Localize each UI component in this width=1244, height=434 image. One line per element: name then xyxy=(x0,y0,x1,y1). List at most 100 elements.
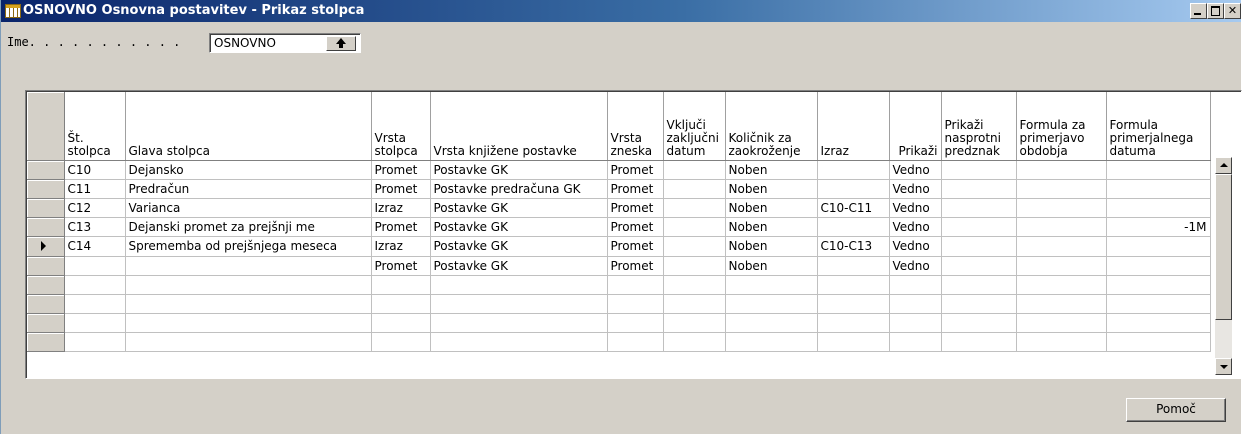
row-selector[interactable] xyxy=(27,332,65,352)
table-cell[interactable] xyxy=(430,332,608,352)
table-cell[interactable]: C13 xyxy=(64,217,126,237)
table-row[interactable]: C11 Predračun Promet Postavke predračuna GK… xyxy=(27,179,1211,199)
table-cell[interactable] xyxy=(1106,332,1211,352)
table-cell[interactable] xyxy=(125,313,372,333)
column-header[interactable]: Št. stolpca xyxy=(64,92,126,161)
table-cell[interactable]: C11 xyxy=(64,179,126,199)
table-cell[interactable] xyxy=(663,236,726,257)
column-layout-grid[interactable]: Št. stolpca Glava stolpca Vrsta stolpca … xyxy=(25,90,1242,379)
table-cell[interactable]: Postavke predračuna GK xyxy=(430,179,608,199)
table-cell[interactable] xyxy=(64,294,126,314)
title-bar[interactable]: OSNOVNO Osnovna postavitev - Prikaz stol… xyxy=(1,0,1241,22)
table-cell[interactable] xyxy=(64,313,126,333)
close-icon[interactable]: ✕ xyxy=(1224,3,1241,19)
table-row[interactable] xyxy=(27,332,1211,352)
table-cell[interactable] xyxy=(941,236,1017,257)
vertical-scrollbar[interactable] xyxy=(1215,157,1232,375)
column-header[interactable]: Vrsta zneska xyxy=(607,92,664,161)
table-cell[interactable]: Izraz xyxy=(371,198,431,218)
table-cell[interactable] xyxy=(607,332,664,352)
table-cell[interactable] xyxy=(430,313,608,333)
table-cell[interactable]: Promet xyxy=(371,179,431,199)
table-cell[interactable] xyxy=(817,217,890,237)
minimize-icon[interactable] xyxy=(1190,3,1207,19)
table-cell[interactable] xyxy=(663,275,726,295)
table-cell[interactable] xyxy=(941,256,1017,276)
name-input[interactable]: OSNOVNO xyxy=(209,33,361,53)
table-cell[interactable]: Promet xyxy=(607,160,664,180)
table-cell[interactable] xyxy=(663,332,726,352)
table-cell[interactable] xyxy=(1016,217,1107,237)
table-cell[interactable] xyxy=(889,332,942,352)
table-cell[interactable] xyxy=(725,294,818,314)
table-cell[interactable]: Vedno xyxy=(889,256,942,276)
table-cell[interactable]: C10-C11 xyxy=(817,198,890,218)
table-cell[interactable] xyxy=(371,313,431,333)
table-cell[interactable] xyxy=(941,332,1017,352)
table-cell[interactable]: C12 xyxy=(64,198,126,218)
table-cell[interactable]: C14 xyxy=(64,236,126,257)
table-cell[interactable] xyxy=(1106,275,1211,295)
table-cell[interactable]: Promet xyxy=(607,256,664,276)
table-cell[interactable] xyxy=(663,160,726,180)
table-cell[interactable]: C10 xyxy=(64,160,126,180)
row-selector[interactable] xyxy=(27,198,65,218)
table-cell[interactable] xyxy=(817,179,890,199)
table-cell[interactable] xyxy=(1106,294,1211,314)
column-header[interactable]: Izraz xyxy=(817,92,890,161)
table-cell[interactable] xyxy=(430,275,608,295)
table-cell[interactable]: Promet xyxy=(371,256,431,276)
table-cell[interactable]: Predračun xyxy=(125,179,372,199)
column-header[interactable]: Formula primerjalnega datuma xyxy=(1106,92,1211,161)
table-cell[interactable]: Noben xyxy=(725,179,818,199)
table-cell[interactable] xyxy=(371,275,431,295)
table-cell[interactable] xyxy=(1016,198,1107,218)
row-selector[interactable] xyxy=(27,256,65,276)
table-cell[interactable] xyxy=(817,294,890,314)
row-selector[interactable] xyxy=(27,179,65,199)
table-cell[interactable] xyxy=(64,275,126,295)
table-cell[interactable] xyxy=(725,275,818,295)
table-cell[interactable]: Vedno xyxy=(889,236,942,257)
table-row[interactable]: C12 Varianca Izraz Postavke GK Promet Noben C1… xyxy=(27,198,1211,218)
table-row[interactable]: C14 Sprememba od prejšnjega meseca Izraz Po… xyxy=(27,236,1211,257)
table-cell[interactable] xyxy=(941,275,1017,295)
table-cell[interactable] xyxy=(125,332,372,352)
table-cell[interactable] xyxy=(1106,313,1211,333)
table-cell[interactable]: Vedno xyxy=(889,217,942,237)
table-cell[interactable]: Vedno xyxy=(889,160,942,180)
table-cell[interactable] xyxy=(430,294,608,314)
column-header[interactable]: Vrsta stolpca xyxy=(371,92,431,161)
table-cell[interactable] xyxy=(125,256,372,276)
table-cell[interactable]: Promet xyxy=(371,217,431,237)
table-cell[interactable] xyxy=(1016,275,1107,295)
table-cell[interactable] xyxy=(607,313,664,333)
table-cell[interactable]: Postavke GK xyxy=(430,236,608,257)
table-cell[interactable] xyxy=(371,294,431,314)
table-cell[interactable]: Noben xyxy=(725,198,818,218)
table-cell[interactable] xyxy=(817,160,890,180)
table-cell[interactable]: Noben xyxy=(725,217,818,237)
table-cell[interactable] xyxy=(941,198,1017,218)
table-cell[interactable]: Postavke GK xyxy=(430,217,608,237)
row-selector[interactable] xyxy=(27,217,65,237)
table-cell[interactable] xyxy=(1106,160,1211,180)
table-cell[interactable]: -1M xyxy=(1106,217,1211,237)
table-cell[interactable] xyxy=(663,179,726,199)
table-cell[interactable]: Postavke GK xyxy=(430,160,608,180)
table-row[interactable] xyxy=(27,294,1211,314)
table-cell[interactable] xyxy=(817,313,890,333)
table-cell[interactable] xyxy=(663,256,726,276)
table-cell[interactable] xyxy=(1016,236,1107,257)
row-selector[interactable] xyxy=(27,275,65,295)
table-cell[interactable] xyxy=(64,332,126,352)
table-cell[interactable]: C10-C13 xyxy=(817,236,890,257)
row-selector-header[interactable] xyxy=(27,92,65,161)
table-cell[interactable]: Promet xyxy=(607,198,664,218)
column-header[interactable]: Prikaži xyxy=(889,92,942,161)
table-cell[interactable]: Postavke GK xyxy=(430,256,608,276)
table-cell[interactable] xyxy=(663,313,726,333)
table-cell[interactable]: Promet xyxy=(371,160,431,180)
table-cell[interactable] xyxy=(1016,332,1107,352)
table-cell[interactable] xyxy=(607,275,664,295)
